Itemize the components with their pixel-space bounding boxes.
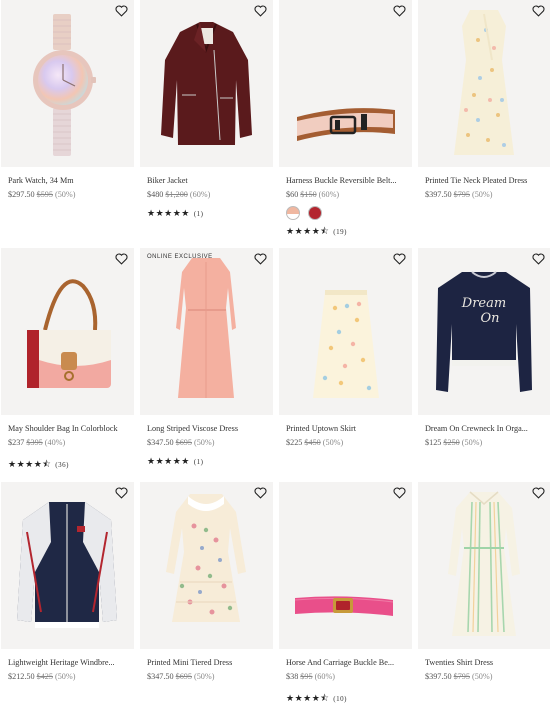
wishlist-heart-icon[interactable] [532, 487, 545, 499]
product-name[interactable]: Long Striped Viscose Dress [147, 424, 275, 433]
product-image-striped-dress[interactable] [140, 248, 273, 415]
wishlist-heart-icon[interactable] [393, 5, 406, 17]
product-name[interactable]: May Shoulder Bag In Colorblock [8, 424, 136, 433]
product-name[interactable]: Horse And Carriage Buckle Be... [286, 658, 414, 667]
product-name[interactable]: Dream On Crewneck In Orga... [425, 424, 550, 433]
product-name[interactable]: Harness Buckle Reversible Belt... [286, 176, 414, 185]
color-swatches [286, 206, 322, 220]
product-price: $212.50 $425 (50%) [8, 672, 76, 681]
rating-stars[interactable]: ★★★★⯪ (19) [286, 224, 347, 240]
product-image-shoulder-bag[interactable] [1, 248, 134, 415]
product-name[interactable]: Printed Tie Neck Pleated Dress [425, 176, 550, 185]
wishlist-heart-icon[interactable] [254, 253, 267, 265]
product-price: $38 $95 (60%) [286, 672, 336, 681]
product-price: $297.50 $595 (50%) [8, 190, 76, 199]
product-image-watch[interactable] [1, 0, 134, 167]
product-price: $125 $250 (50%) [425, 438, 483, 447]
product-image-tiered-dress[interactable] [140, 482, 273, 649]
wishlist-heart-icon[interactable] [532, 5, 545, 17]
product-price: $397.50 $795 (50%) [425, 672, 493, 681]
product-image-crewneck[interactable]: Dream On [418, 248, 550, 415]
product-price: $347.50 $695 (50%) [147, 672, 215, 681]
product-image-biker-jacket[interactable] [140, 0, 273, 167]
product-name[interactable]: Biker Jacket [147, 176, 275, 185]
product-image-carriage-belt[interactable] [279, 482, 412, 649]
product-price: $480 $1,200 (60%) [147, 190, 211, 199]
wishlist-heart-icon[interactable] [532, 253, 545, 265]
wishlist-heart-icon[interactable] [115, 5, 128, 17]
product-image-belt[interactable] [279, 0, 412, 167]
product-name[interactable]: Lightweight Heritage Windbre... [8, 658, 136, 667]
wishlist-heart-icon[interactable] [254, 5, 267, 17]
product-price: $225 $450 (50%) [286, 438, 344, 447]
wishlist-heart-icon[interactable] [115, 487, 128, 499]
wishlist-heart-icon[interactable] [393, 487, 406, 499]
online-exclusive-badge: ONLINE EXCLUSIVE [147, 254, 213, 260]
product-price: $237 $395 (40%) [8, 438, 66, 447]
product-image-uptown-skirt[interactable] [279, 248, 412, 415]
product-price: $397.50 $795 (50%) [425, 190, 493, 199]
color-swatch-red[interactable] [308, 206, 322, 220]
rating-stars[interactable]: ★★★★★ (1) [147, 209, 204, 219]
product-name[interactable]: Twenties Shirt Dress [425, 658, 550, 667]
product-name[interactable]: Printed Mini Tiered Dress [147, 658, 275, 667]
product-image-shirt-dress[interactable] [418, 482, 550, 649]
product-price: $60 $150 (60%) [286, 190, 340, 199]
product-price: $347.50 $695 (50%) [147, 438, 215, 447]
product-name[interactable]: Park Watch, 34 Mm [8, 176, 136, 185]
rating-stars[interactable]: ★★★★★ (1) [147, 457, 204, 467]
rating-stars[interactable]: ★★★★⯪ (36) [8, 457, 69, 473]
color-swatch-pink[interactable] [286, 206, 300, 220]
product-image-tie-neck-dress[interactable] [418, 0, 550, 167]
wishlist-heart-icon[interactable] [115, 253, 128, 265]
wishlist-heart-icon[interactable] [254, 487, 267, 499]
sweater-print-line1: Dream [461, 296, 506, 311]
sweater-print-line2: On [480, 311, 499, 326]
rating-stars[interactable]: ★★★★⯪ (10) [286, 691, 347, 704]
product-name[interactable]: Printed Uptown Skirt [286, 424, 414, 433]
wishlist-heart-icon[interactable] [393, 253, 406, 265]
product-image-windbreaker[interactable] [1, 482, 134, 649]
